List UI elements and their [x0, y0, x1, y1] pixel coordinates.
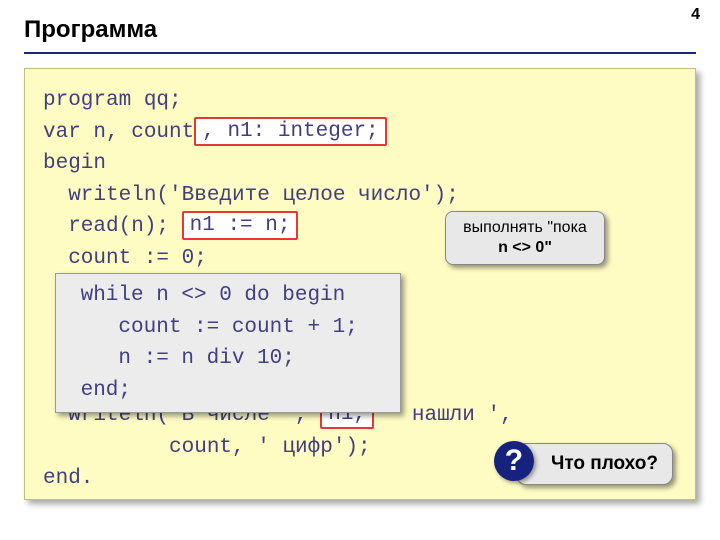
code-line: begin	[43, 148, 677, 180]
while-line: end;	[68, 375, 388, 407]
code-text: var n, count	[43, 121, 194, 144]
while-block: while n <> 0 do begin count := count + 1…	[55, 273, 401, 413]
highlight-var-decl: , n1: integer;	[194, 117, 386, 146]
code-line: writeln('Введите целое число');	[43, 180, 677, 212]
highlight-assign: n1 := n;	[182, 211, 299, 240]
title-divider	[24, 52, 696, 54]
while-line: n := n div 10;	[68, 343, 388, 375]
while-line: while n <> 0 do begin	[68, 280, 388, 312]
while-line: count := count + 1;	[68, 312, 388, 344]
callout-line: выполнять "пока	[456, 218, 594, 238]
callout-line: n <> 0"	[456, 238, 594, 258]
code-line: program qq;	[43, 85, 677, 117]
question-label: Что плохо?	[551, 453, 658, 474]
code-text: read(n);	[43, 215, 169, 238]
question-icon: ?	[494, 441, 534, 481]
page-title: Программа	[24, 16, 696, 44]
slide: 4 Программа program qq; var n, count, n1…	[0, 0, 720, 540]
question-group: Что плохо? ?	[516, 443, 673, 485]
page-number: 4	[691, 6, 700, 24]
code-block: program qq; var n, count, n1: integer; b…	[24, 68, 696, 500]
question-callout: Что плохо?	[516, 443, 673, 485]
loop-callout: выполнять "пока n <> 0"	[445, 211, 605, 265]
code-line: var n, count, n1: integer;	[43, 117, 677, 149]
